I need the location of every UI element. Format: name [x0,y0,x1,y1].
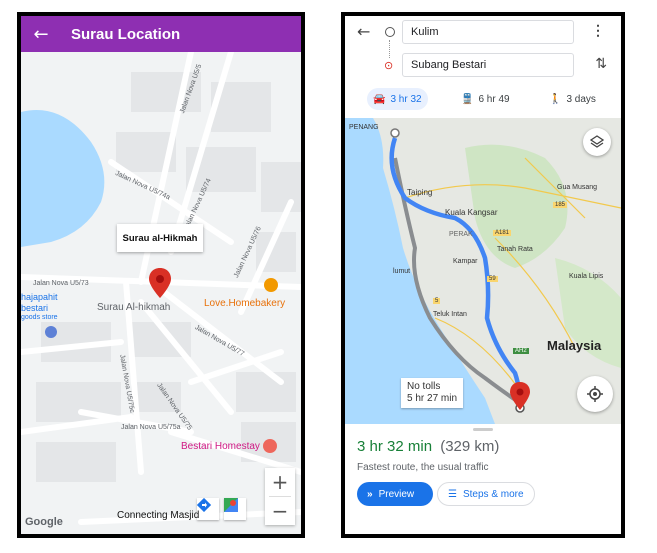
street-label: Jalan Nova U5/73 [33,280,89,287]
map-place: Taiping [407,188,433,197]
left-phone-frame: ← Surau Location Jalan Nova U5/5 Jalan N… [17,12,305,538]
map-pin-icon[interactable] [149,268,171,298]
map-place: PENANG [349,124,379,131]
place-label: Surau Al-hikmah [97,302,171,313]
area-label: goods store [21,314,58,321]
navigation-icon: » [367,488,373,500]
route-map-canvas [345,118,621,424]
travel-modes: 🚘 3 hr 32 🚆 6 hr 49 🚶 3 days [345,88,621,110]
bottom-label: Connecting Masjid [117,510,200,521]
map-place: Kuala Lipis [569,273,604,280]
route-distance: (329 km) [440,438,500,455]
map-place: Teluk Intan [433,311,467,318]
app-bar-title: Surau Location [71,25,181,43]
shopping-icon[interactable] [45,326,57,338]
origin-field[interactable]: Kulim [402,20,574,44]
steps-button[interactable]: ☰ Steps & more [437,482,535,506]
street-label: Jalan Nova U5/75a [121,424,181,431]
drag-handle[interactable] [473,428,493,431]
map-place: Kampar [453,258,478,265]
area-label: hajapahit [21,292,58,302]
route-connector [389,40,390,58]
map-view[interactable]: Jalan Nova U5/5 Jalan Nova U5/74a Jalan … [21,52,301,534]
map-place: Tanah Rata [497,246,533,253]
my-location-icon[interactable] [577,376,613,412]
arrow-left-icon[interactable]: ← [21,24,61,45]
origin-dot-icon [385,27,395,37]
directions-header: ← ⊙ Kulim Subang Bestari ⋮ ⇅ 🚘 3 hr 32 🚆… [345,16,621,118]
bakery-icon[interactable] [264,278,278,292]
right-screen: ← ⊙ Kulim Subang Bestari ⋮ ⇅ 🚘 3 hr 32 🚆… [345,16,621,534]
route-summary: 3 hr 32 min (329 km) [357,438,499,455]
train-icon: 🚆 [461,93,474,105]
destination-field[interactable]: Subang Bestari [402,53,574,77]
directions-icon[interactable] [197,498,219,520]
mode-transit[interactable]: 🚆 6 hr 49 [455,88,516,110]
mode-label: 3 hr 32 [390,93,422,105]
left-screen: ← Surau Location Jalan Nova U5/5 Jalan N… [21,16,301,534]
poi-homestay[interactable]: Bestari Homestay [181,441,260,452]
road-code: A181 [493,230,512,236]
mode-walk[interactable]: 🚶 3 days [543,88,602,110]
zoom-in-button[interactable]: + [265,468,295,496]
poi-bakery[interactable]: Love.Homebakery [204,298,285,309]
alt-route-callout[interactable]: No tolls 5 hr 27 min [401,378,464,408]
zoom-controls: + − [265,468,295,525]
alt-route-line2: 5 hr 27 min [407,393,458,404]
steps-label: Steps & more [462,488,524,500]
area-label: bestari [21,303,49,313]
mode-label: 6 hr 49 [478,93,510,105]
map-place: Gua Musang [557,184,598,191]
road-code: 5 [433,298,441,304]
preview-label: Preview [378,488,415,500]
google-logo: Google [25,516,63,528]
route-summary-sheet: 3 hr 32 min (329 km) Fastest route, the … [345,424,621,534]
country-label: Malaysia [547,338,602,353]
car-icon: 🚘 [373,93,386,105]
marker-info-window[interactable]: Surau al-Hikmah [117,224,203,252]
road-code: 185 [553,202,568,208]
right-phone-frame: ← ⊙ Kulim Subang Bestari ⋮ ⇅ 🚘 3 hr 32 🚆… [341,12,625,538]
road-code: AH2 [513,348,529,354]
app-bar: ← Surau Location [21,16,301,52]
swap-icon[interactable]: ⇅ [595,56,607,72]
alt-route-line1: No tolls [407,381,441,392]
layers-icon[interactable] [583,128,611,156]
google-maps-icon[interactable] [224,498,246,520]
preview-button[interactable]: » Preview [357,482,433,506]
back-arrow-icon[interactable]: ← [357,22,370,41]
walk-icon: 🚶 [549,93,562,105]
map-place: PERAK [449,231,473,238]
zoom-out-button[interactable]: − [265,497,295,525]
mode-drive[interactable]: 🚘 3 hr 32 [367,88,428,110]
more-vert-icon[interactable]: ⋮ [591,22,605,39]
route-map[interactable]: PENANG Taiping Kuala Kangsar PERAK Tanah… [345,118,621,424]
route-subtitle: Fastest route, the usual traffic [357,462,489,473]
map-place: lumut [393,268,411,275]
route-time: 3 hr 32 min [357,438,433,455]
hotel-icon[interactable] [263,439,277,453]
destination-marker-icon[interactable] [510,382,530,410]
mode-label: 3 days [566,93,596,105]
list-icon: ☰ [448,488,457,500]
road-code: 59 [487,276,498,282]
map-place: Kuala Kangsar [445,208,498,217]
destination-pin-icon: ⊙ [384,60,394,72]
